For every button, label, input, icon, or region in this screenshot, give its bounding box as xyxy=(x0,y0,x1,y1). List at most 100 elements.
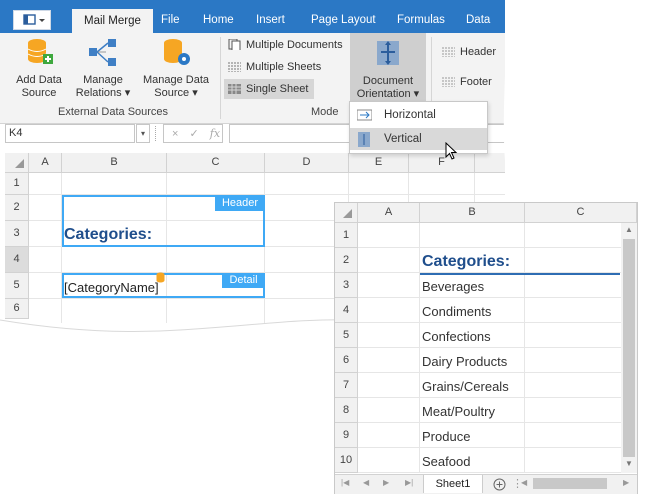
footer-button[interactable]: Footer xyxy=(442,73,492,91)
category-cell[interactable]: Grains/Cereals xyxy=(422,379,509,394)
add-data-source-label-1: Add Data xyxy=(16,74,62,86)
category-cell[interactable]: Confections xyxy=(422,329,491,344)
multiple-documents-button[interactable]: Multiple Documents xyxy=(228,36,343,54)
sheet-tab-sheet1[interactable]: Sheet1 xyxy=(423,475,483,493)
sheet-tab-bar: |◀ ◀ ▶ ▶| Sheet1 ⋮ ◀ ▶ xyxy=(335,474,637,494)
corner-triangle-icon xyxy=(343,209,352,218)
row-header[interactable]: 1 xyxy=(335,223,358,248)
category-cell[interactable]: Seafood xyxy=(422,454,470,469)
gridline xyxy=(358,347,621,348)
gridline xyxy=(524,223,525,473)
tab-home[interactable]: Home xyxy=(203,10,234,30)
app-menu-button[interactable] xyxy=(13,10,51,30)
row-header[interactable]: 7 xyxy=(335,373,358,398)
document-orientation-button[interactable]: Document Orientation ▾ xyxy=(350,33,426,101)
row-header[interactable]: 10 xyxy=(335,448,358,473)
scroll-left-icon[interactable]: ◀ xyxy=(521,478,527,487)
formula-bar-grip xyxy=(155,126,158,141)
single-sheet-button[interactable]: Single Sheet xyxy=(224,79,315,99)
column-header[interactable]: A xyxy=(29,153,62,173)
name-box-dropdown-icon[interactable]: ▾ xyxy=(136,124,150,143)
scroll-down-icon[interactable]: ▼ xyxy=(621,459,637,471)
add-database-icon xyxy=(27,39,53,64)
column-header[interactable]: B xyxy=(62,153,167,173)
category-cell[interactable]: Dairy Products xyxy=(422,354,507,369)
row-header[interactable]: 6 xyxy=(335,348,358,373)
multiple-sheets-icon xyxy=(228,62,241,72)
row-header-selected[interactable]: 4 xyxy=(5,247,29,273)
category-cell[interactable]: Produce xyxy=(422,429,470,444)
column-header[interactable]: C xyxy=(167,153,265,173)
corner-triangle-icon xyxy=(14,159,24,168)
column-header[interactable]: A xyxy=(358,203,420,223)
menu-item-vertical-label: Vertical xyxy=(384,133,422,145)
orientation-dropdown-menu: Horizontal Vertical xyxy=(349,101,488,154)
vertical-scrollbar[interactable]: ▲ ▼ xyxy=(621,223,637,473)
scroll-right-icon[interactable]: ▶ xyxy=(623,478,629,487)
multiple-documents-icon xyxy=(228,39,241,50)
gridline xyxy=(358,472,621,473)
select-all-corner[interactable] xyxy=(335,203,358,223)
categories-title-cell[interactable]: Categories: xyxy=(422,253,510,271)
column-header[interactable]: C xyxy=(525,203,637,223)
tab-formulas[interactable]: Formulas xyxy=(397,10,445,30)
add-sheet-icon[interactable] xyxy=(493,478,506,491)
column-header[interactable]: F xyxy=(409,153,475,173)
document-orientation-label-1: Document xyxy=(362,75,414,87)
first-sheet-icon[interactable]: |◀ xyxy=(341,478,349,487)
row-header[interactable]: 8 xyxy=(335,398,358,423)
column-header[interactable]: E xyxy=(349,153,409,173)
footer-icon xyxy=(442,77,455,87)
multiple-sheets-label: Multiple Sheets xyxy=(246,61,322,73)
menu-item-horizontal[interactable]: Horizontal xyxy=(350,104,487,126)
tab-page-layout[interactable]: Page Layout xyxy=(311,10,376,30)
row-header[interactable]: 2 xyxy=(335,248,358,273)
row-header[interactable]: 3 xyxy=(5,221,29,247)
horizontal-scrollbar-thumb[interactable] xyxy=(533,478,607,489)
menu-item-horizontal-label: Horizontal xyxy=(384,109,436,121)
category-name-field-cell[interactable]: [CategoryName] xyxy=(64,280,159,295)
cancel-icon[interactable]: × xyxy=(172,128,178,140)
category-cell[interactable]: Beverages xyxy=(422,279,484,294)
row-header[interactable]: 9 xyxy=(335,423,358,448)
scrollbar-thumb[interactable] xyxy=(623,239,635,457)
fx-icon[interactable]: fx xyxy=(210,127,220,140)
tab-file[interactable]: File xyxy=(161,10,180,30)
select-all-corner[interactable] xyxy=(5,153,29,173)
manage-data-source-button[interactable]: Manage Data Source ▾ xyxy=(140,37,212,100)
header-button[interactable]: Header xyxy=(442,43,496,61)
row-header[interactable]: 2 xyxy=(5,195,29,221)
row-header[interactable]: 5 xyxy=(335,323,358,348)
scroll-up-icon[interactable]: ▲ xyxy=(621,225,637,237)
tab-mail-merge[interactable]: Mail Merge xyxy=(72,9,153,33)
row-header[interactable]: 1 xyxy=(5,173,29,195)
row-header[interactable]: 5 xyxy=(5,273,29,299)
single-sheet-icon xyxy=(228,84,241,94)
tab-data[interactable]: Data xyxy=(466,10,490,30)
enter-icon[interactable]: ✓ xyxy=(190,128,199,140)
name-box[interactable]: K4 xyxy=(5,124,135,143)
header-range-tag: Header xyxy=(215,195,265,211)
column-header[interactable]: D xyxy=(265,153,349,173)
next-sheet-icon[interactable]: ▶ xyxy=(383,478,389,487)
category-cell[interactable]: Meat/Poultry xyxy=(422,404,495,419)
menu-item-vertical[interactable]: Vertical xyxy=(350,128,487,150)
row-header[interactable]: 4 xyxy=(335,298,358,323)
detail-range-tag: Detail xyxy=(222,273,265,288)
group-separator xyxy=(220,37,221,119)
horizontal-orientation-icon xyxy=(357,109,372,121)
column-header[interactable]: B xyxy=(420,203,525,223)
prev-sheet-icon[interactable]: ◀ xyxy=(363,478,369,487)
multiple-sheets-button[interactable]: Multiple Sheets xyxy=(228,58,321,76)
add-data-source-button[interactable]: Add Data Source xyxy=(10,37,68,100)
category-cell[interactable]: Condiments xyxy=(422,304,491,319)
tab-insert[interactable]: Insert xyxy=(256,10,285,30)
formula-buttons: × ✓ fx xyxy=(163,124,223,143)
last-sheet-icon[interactable]: ▶| xyxy=(405,478,413,487)
manage-relations-button[interactable]: Manage Relations ▾ xyxy=(72,37,134,100)
manage-data-source-label-2: Source ▾ xyxy=(154,87,198,99)
single-sheet-label: Single Sheet xyxy=(246,83,309,95)
categories-title-cell[interactable]: Categories: xyxy=(64,226,152,244)
manage-relations-label-1: Manage xyxy=(83,74,123,86)
row-header[interactable]: 3 xyxy=(335,273,358,298)
